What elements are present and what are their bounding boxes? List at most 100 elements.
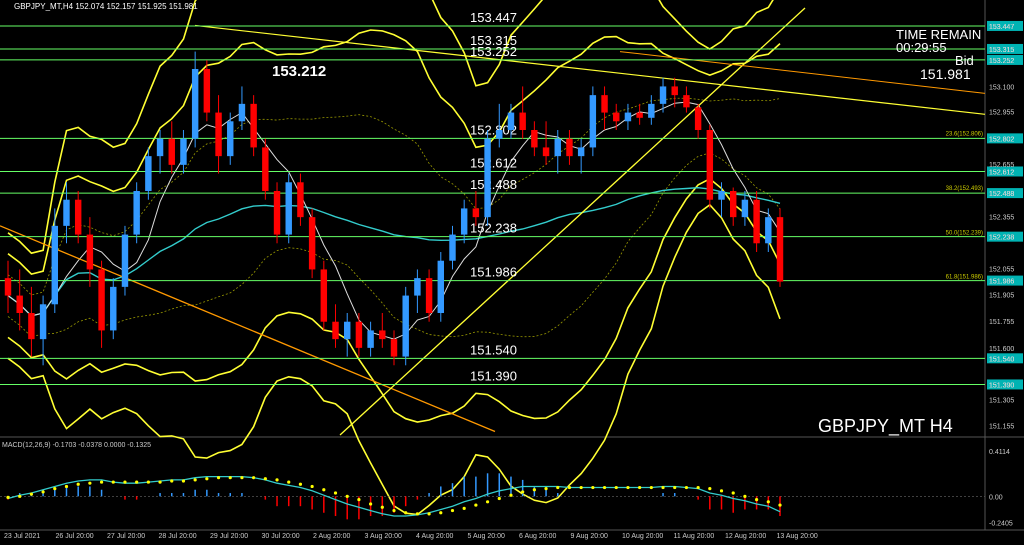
price-axis-tick: 153.100: [989, 84, 1014, 91]
candle-body: [180, 138, 187, 165]
price-axis-tick: 151.390: [989, 382, 1014, 389]
candle-body: [332, 321, 339, 340]
macd-signal-dot: [216, 476, 221, 480]
macd-signal-dot: [427, 512, 431, 516]
price-level-label: 152.238: [470, 221, 517, 236]
price-axis-tick: 152.355: [989, 214, 1014, 221]
macd-signal-dot: [696, 485, 700, 490]
macd-signal-dot: [64, 484, 69, 489]
macd-signal-dot: [591, 485, 595, 490]
macd-signal-dot: [158, 480, 162, 484]
candle-body: [484, 138, 491, 218]
price-level-label: 153.252: [470, 44, 517, 59]
candle-body: [741, 199, 749, 218]
price-level-label: 151.390: [470, 368, 517, 383]
candle-body: [4, 278, 12, 296]
fib-level-label: 61.8(151.986): [946, 275, 983, 281]
candle-body: [320, 269, 328, 322]
chart-window[interactable]: GBPJPY_MT,H4 152.074 152.157 151.925 151…: [0, 0, 1024, 545]
macd-signal-dot: [41, 490, 45, 494]
candle-body: [542, 147, 550, 157]
candle-body: [273, 191, 281, 235]
candle-body: [51, 225, 59, 305]
price-axis-tick: 153.315: [989, 47, 1014, 54]
candle-body: [308, 217, 316, 270]
macd-signal-dot: [76, 482, 80, 486]
candle-body: [74, 199, 82, 235]
candle-body: [63, 199, 70, 226]
macd-signal-dot: [357, 498, 361, 502]
candle-body: [156, 138, 164, 157]
price-axis-tick: 152.612: [989, 169, 1014, 176]
macd-signal-dot: [602, 485, 607, 490]
highlight-price-label: 153.212: [272, 63, 327, 80]
macd-signal-dot: [287, 480, 291, 484]
price-level-label: 153.447: [470, 10, 517, 25]
macd-signal-dot: [29, 492, 33, 496]
price-axis-tick: 151.155: [989, 423, 1014, 430]
macd-signal-dot: [556, 485, 560, 490]
symbol-watermark: GBPJPY_MT H4: [818, 416, 953, 436]
fib-level-label: 38.2(152.493): [946, 186, 983, 192]
macd-signal-dot: [263, 477, 267, 481]
macd-signal-dot: [99, 480, 104, 484]
price-axis-tick: 151.305: [989, 397, 1014, 404]
candle-body: [98, 269, 105, 331]
macd-signal-dot: [450, 508, 455, 513]
macd-signal-dot: [310, 484, 314, 489]
candle-body: [425, 278, 433, 313]
macd-header: MACD(12,26,9) -0.1703 -0.0378 0.0000 -0.…: [2, 442, 152, 449]
candle-body: [121, 234, 129, 287]
time-axis-tick: 5 Aug 20:00: [468, 533, 505, 540]
macd-signal-dot: [6, 495, 10, 500]
price-axis-tick: 151.755: [989, 319, 1014, 326]
macd-signal-dot: [252, 476, 256, 480]
fib-level-label: 23.6(152.806): [946, 132, 983, 138]
macd-axis-tick: 0.4114: [989, 449, 1010, 456]
candle-body: [531, 130, 538, 148]
candle-body: [554, 138, 561, 157]
macd-signal-dot: [181, 479, 186, 483]
time-axis-tick: 30 Jul 20:00: [262, 533, 300, 540]
candle-body: [624, 112, 632, 122]
time-axis-tick: 12 Aug 20:00: [725, 533, 766, 540]
macd-signal-dot: [509, 493, 513, 497]
macd-signal-dot: [673, 485, 677, 490]
candle-body: [577, 147, 585, 157]
candle-body: [250, 103, 257, 148]
macd-signal-dot: [380, 505, 384, 509]
candle-body: [367, 330, 374, 348]
candle-body: [671, 86, 678, 96]
candle-body: [215, 112, 222, 157]
price-level-label: 151.986: [470, 265, 517, 280]
macd-signal-dot: [345, 494, 349, 498]
candle-body: [601, 95, 608, 113]
price-axis-tick: 152.955: [989, 110, 1014, 117]
time-axis-tick: 13 Aug 20:00: [777, 533, 818, 540]
price-axis-tick: 152.238: [989, 235, 1014, 242]
candle-body: [110, 286, 117, 331]
candle-body: [507, 112, 515, 130]
candle-body: [566, 138, 573, 157]
macd-signal-dot: [18, 494, 22, 498]
macd-signal-dot: [146, 480, 150, 484]
macd-signal-dot: [170, 479, 174, 483]
macd-signal-dot: [392, 508, 396, 513]
candle-body: [285, 182, 292, 235]
macd-signal-dot: [544, 487, 548, 491]
trendline-up-yellow: [339, 7, 806, 436]
candle-body: [262, 147, 269, 191]
macd-axis-tick: -0.2405: [989, 521, 1013, 528]
candle-body: [379, 330, 386, 340]
macd-signal-dot: [661, 485, 665, 490]
time-axis-tick: 23 Jul 2021: [4, 533, 40, 540]
macd-signal-dot: [53, 487, 57, 491]
candle-body: [86, 234, 94, 270]
macd-signal-dot: [766, 500, 770, 504]
macd-signal-dot: [193, 478, 197, 482]
price-axis-tick: 152.488: [989, 191, 1014, 198]
candle-body: [765, 217, 772, 244]
macd-signal-dot: [649, 485, 653, 490]
candle-body: [39, 304, 47, 340]
candle-body: [472, 208, 480, 218]
